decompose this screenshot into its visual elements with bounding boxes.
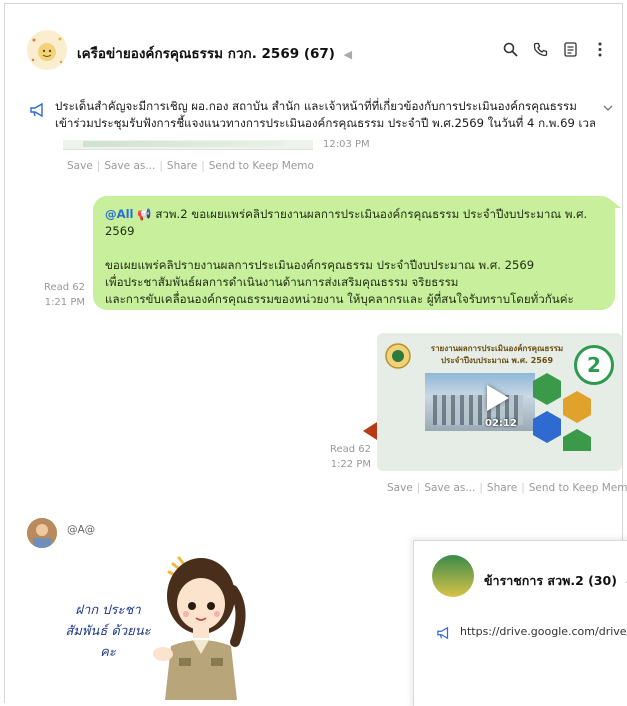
group-title[interactable]: เครือข่ายองค์กรคุณธรรม กวก. 2569 (67) ◀︎ [77, 42, 352, 64]
message-time: 12:03 PM [323, 139, 370, 150]
announcement-line-1: ประเด็นสำคัญจะมีการเชิญ ผอ.กอง สถาบัน สำ… [55, 99, 577, 113]
organization-logo-icon: 2 [574, 345, 614, 385]
chevron-down-icon[interactable] [603, 104, 613, 115]
keep-memo-link[interactable]: Send to Keep Memo [209, 160, 314, 172]
video-thumbnail-building [425, 373, 535, 431]
phone-icon[interactable] [532, 40, 548, 58]
read-count: Read 62 [43, 282, 85, 293]
save-link[interactable]: Save [387, 482, 413, 494]
sticker-message[interactable]: ฝาก ประชา สัมพันธ์ ด้วยนะคะ [65, 550, 255, 700]
chat-preview-popup[interactable]: ข้าราชการ สวพ.2 (30) ◀︎ https://drive.go… [413, 540, 627, 706]
popup-link[interactable]: https://drive.google.com/drive/fo [460, 625, 627, 638]
ministry-seal-icon [385, 343, 411, 369]
message-bubble[interactable]: @All 📢 สวพ.2 ขอเผยแพร่คลิปรายงานผลการประ… [93, 196, 621, 310]
group-avatar[interactable] [27, 30, 67, 70]
message-body-line-3: และการขับเคลื่อนองค์กรคุณธรรมของหน่วยงาน… [105, 292, 574, 306]
member-count: (67) [303, 46, 335, 62]
video-title-line-1: รายงานผลการประเมินองค์กรคุณธรรม [430, 344, 564, 353]
group-avatar[interactable] [432, 555, 474, 597]
message-time: 1:21 PM [44, 297, 85, 308]
video-title-line-2: ประจำปีงบประมาณ พ.ศ. 2569 [440, 356, 554, 365]
share-link[interactable]: Share [167, 160, 197, 172]
play-icon[interactable] [487, 385, 509, 411]
save-as-link[interactable]: Save as... [104, 160, 155, 172]
read-receipt: Read 62 1:21 PM [29, 280, 85, 310]
sender-name: @A@ [67, 524, 96, 536]
megaphone-icon [29, 102, 47, 118]
mute-icon: ◀︎ [343, 48, 353, 61]
message-headline-2: 2569 [105, 224, 135, 238]
mention-all[interactable]: @All [105, 207, 134, 221]
video-message[interactable]: รายงานผลการประเมินองค์กรคุณธรรม ประจำปีง… [377, 333, 622, 471]
announcement-text: ประเด็นสำคัญจะมีการเชิญ ผอ.กอง สถาบัน สำ… [55, 98, 595, 132]
share-link[interactable]: Share [487, 482, 517, 494]
read-count: Read 62 [329, 444, 371, 455]
svg-text:2: 2 [587, 353, 601, 377]
search-icon[interactable] [502, 40, 518, 58]
group-name: เครือข่ายองค์กรคุณธรรม กวก. 2569 [77, 46, 300, 62]
chat-window: เครือข่ายองค์กรคุณธรรม กวก. 2569 (67) ◀︎… [4, 3, 627, 706]
message-actions: Save | Save as... | Share | Send to Keep Memo [67, 160, 314, 172]
megaphone-icon [436, 625, 452, 640]
chat-header: เครือข่ายองค์กรคุณธรรม กวก. 2569 (67) ◀︎ [5, 4, 622, 90]
save-link[interactable]: Save [67, 160, 93, 172]
announcement-line-2: เข้าร่วมประชุมรับฟังการชี้แจงแนวทางการปร… [55, 116, 595, 130]
popup-member-count: (30) [588, 573, 617, 588]
announcement-bar[interactable]: ประเด็นสำคัญจะมีการเชิญ ผอ.กอง สถาบัน สำ… [25, 96, 617, 136]
megaphone-emoji-icon: 📢 [137, 207, 152, 221]
notes-icon[interactable] [562, 40, 578, 58]
previous-message-image[interactable] [63, 140, 313, 150]
keep-memo-link[interactable]: Send to Keep Memo [529, 482, 627, 494]
video-duration: 02:12 [485, 418, 517, 429]
message-body-line-2: เพื่อประชาสัมพันธ์ผลการดำเนินงานด้านการส… [105, 275, 459, 289]
message-actions: Save | Save as... | Share | Send to Keep Memo [387, 482, 627, 494]
sticker-girl-icon [153, 556, 246, 700]
save-as-link[interactable]: Save as... [424, 482, 475, 494]
sender-avatar[interactable] [27, 518, 57, 548]
message-body-line-1: ขอเผยแพร่คลิปรายงานผลการประเมินองค์กรคุณ… [105, 258, 535, 272]
more-icon[interactable] [592, 40, 608, 58]
video-pointer-decoration [363, 422, 377, 440]
message-time: 1:22 PM [330, 459, 371, 470]
popup-group-name: ข้าราชการ สวพ.2 [484, 573, 584, 588]
read-receipt: Read 62 1:22 PM [315, 442, 371, 472]
message-headline: สวพ.2 ขอเผยแพร่คลิปรายงานผลการประเมินองค… [155, 207, 588, 221]
popup-title: ข้าราชการ สวพ.2 (30) ◀︎ [484, 571, 627, 591]
video-title: รายงานผลการประเมินองค์กรคุณธรรม ประจำปีง… [417, 343, 577, 367]
